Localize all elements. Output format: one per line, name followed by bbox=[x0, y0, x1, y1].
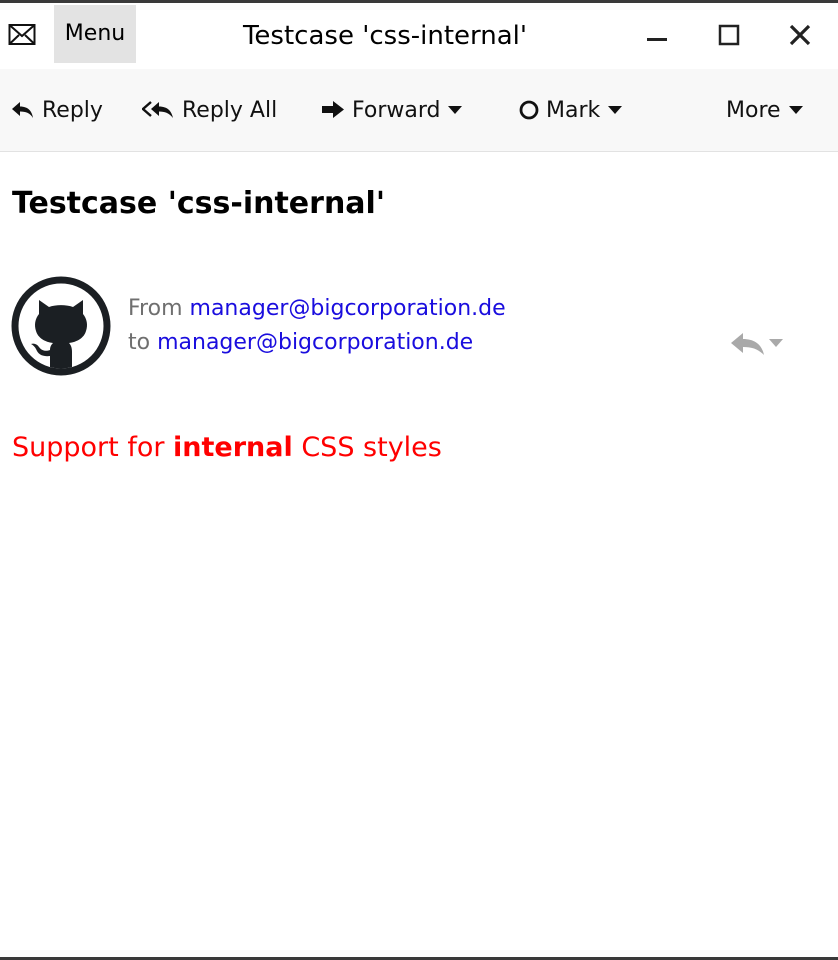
from-label: From bbox=[128, 296, 183, 321]
forward-button[interactable]: Forward bbox=[320, 93, 463, 127]
reply-all-button[interactable]: Reply All bbox=[142, 93, 277, 127]
chevron-down-icon bbox=[448, 106, 463, 114]
chevron-down-icon bbox=[608, 106, 623, 114]
github-avatar bbox=[11, 276, 111, 376]
reply-label: Reply bbox=[42, 97, 103, 123]
minimize-icon[interactable] bbox=[644, 21, 672, 49]
mark-button[interactable]: Mark bbox=[518, 93, 623, 127]
from-address-link[interactable]: manager@bigcorporation.de bbox=[190, 296, 506, 321]
chevron-down-icon bbox=[788, 106, 803, 114]
reply-all-label: Reply All bbox=[182, 97, 278, 123]
body-text-prefix: Support for bbox=[12, 432, 174, 463]
forward-icon bbox=[322, 101, 344, 118]
title-bar: Menu Testcase 'css-internal' bbox=[0, 3, 838, 69]
envelope-icon bbox=[8, 24, 36, 45]
forward-label: Forward bbox=[352, 97, 441, 123]
message-body: Support for internal CSS styles bbox=[12, 432, 442, 463]
body-text-bold: internal bbox=[173, 432, 293, 463]
mark-circle-icon bbox=[519, 100, 539, 120]
body-text-suffix: CSS styles bbox=[292, 432, 442, 463]
chevron-down-icon bbox=[769, 339, 783, 347]
close-icon[interactable] bbox=[786, 21, 814, 49]
to-line: to manager@bigcorporation.de bbox=[128, 330, 473, 355]
mark-label: Mark bbox=[546, 97, 601, 123]
reply-all-icon bbox=[142, 101, 173, 118]
reply-button[interactable]: Reply bbox=[10, 93, 103, 127]
more-label: More bbox=[726, 97, 781, 123]
more-button[interactable]: More bbox=[726, 93, 803, 127]
quick-reply-button[interactable] bbox=[728, 326, 792, 360]
maximize-icon[interactable] bbox=[716, 21, 744, 49]
message-toolbar: Reply Reply All Forward Mark More bbox=[0, 69, 838, 152]
reply-icon bbox=[731, 333, 764, 355]
reply-icon bbox=[12, 102, 33, 118]
menu-button[interactable]: Menu bbox=[54, 5, 136, 63]
to-address-link[interactable]: manager@bigcorporation.de bbox=[157, 330, 473, 355]
window-title: Testcase 'css-internal' bbox=[242, 21, 528, 51]
message-subject: Testcase 'css-internal' bbox=[12, 186, 386, 221]
from-line: From manager@bigcorporation.de bbox=[128, 296, 506, 321]
to-label: to bbox=[128, 330, 151, 355]
